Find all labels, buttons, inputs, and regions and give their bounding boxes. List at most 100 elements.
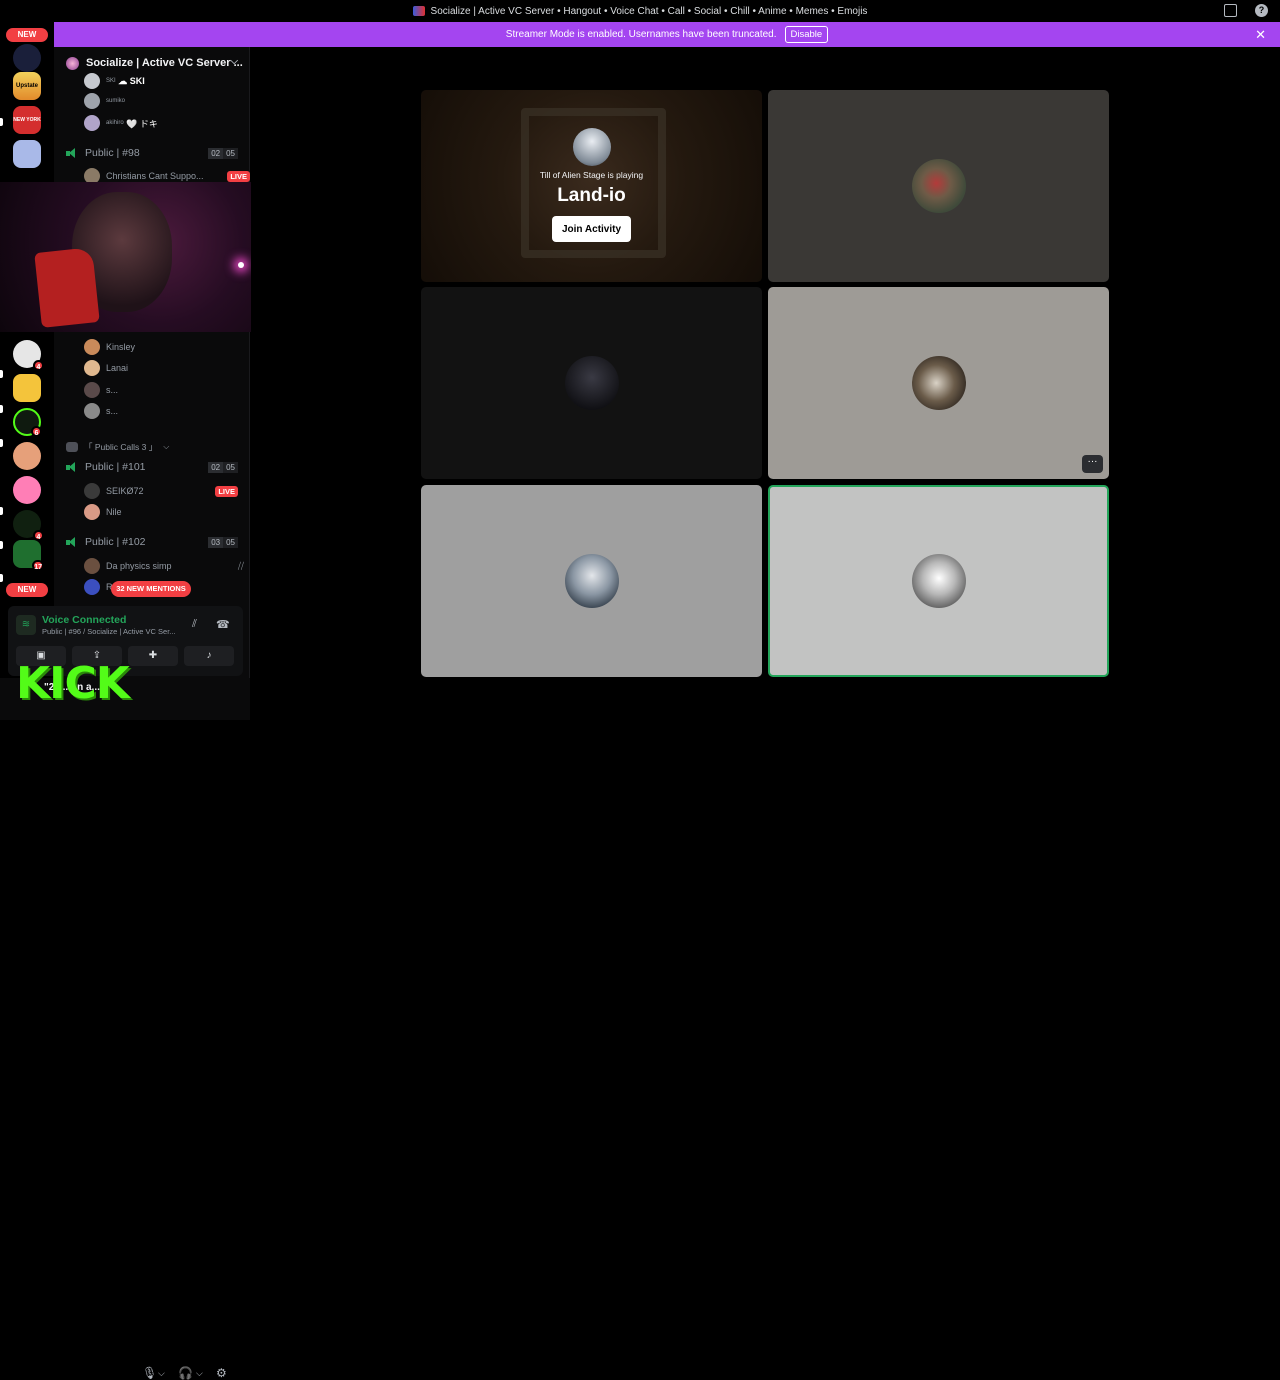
voice-channel-98[interactable]: Public | #98 02 05	[66, 144, 238, 162]
voice-member[interactable]: Nile	[84, 503, 122, 521]
avatar	[84, 339, 100, 355]
avatar	[84, 382, 100, 398]
speaker-icon	[66, 461, 78, 473]
avatar	[84, 73, 100, 89]
inbox-icon[interactable]	[1224, 4, 1237, 17]
activities-button[interactable]: ✚	[128, 646, 178, 666]
avatar	[84, 483, 100, 499]
new-mentions-pill[interactable]: 32 NEW MENTIONS	[111, 581, 191, 597]
avatar	[84, 558, 100, 574]
voice-connected-subtitle[interactable]: Public | #96 / Socialize | Active VC Ser…	[42, 627, 176, 636]
avatar	[84, 93, 100, 109]
new-unreads-pill-top[interactable]: NEW	[6, 28, 48, 42]
participant-tile-speaking[interactable]	[768, 485, 1109, 677]
voice-member[interactable]: Da physics simp ⧸⧸	[84, 557, 244, 575]
mention-badge: 17	[32, 560, 44, 571]
speaker-icon	[66, 147, 78, 159]
voice-member[interactable]: Kinsley	[84, 338, 135, 356]
server-icon[interactable]	[13, 44, 41, 72]
mention-badge: 6	[31, 426, 42, 437]
live-badge: LIVE	[227, 170, 250, 182]
server-name: Socialize | Active VC Server ...	[86, 57, 243, 69]
participant-tile[interactable]: ···	[768, 287, 1109, 479]
more-options-button[interactable]: ···	[1082, 455, 1103, 473]
unread-pill	[0, 439, 3, 447]
unread-pill	[0, 118, 3, 126]
voice-member[interactable]: R	[84, 578, 113, 596]
webcam-light	[238, 262, 244, 268]
voice-member[interactable]: Lanai	[84, 359, 128, 377]
disconnect-icon[interactable]: ☎	[216, 618, 230, 631]
server-avatar-icon	[66, 56, 79, 70]
server-upstate[interactable]: Upstate	[13, 72, 41, 100]
participant-avatar	[565, 356, 619, 410]
voice-member[interactable]: s... ■	[84, 381, 264, 399]
participant-avatar	[912, 554, 966, 608]
server-icon[interactable]	[13, 374, 41, 402]
server-icon[interactable]	[13, 476, 41, 504]
join-activity-button[interactable]: Join Activity	[552, 216, 631, 242]
voice-member[interactable]: sumiko	[84, 92, 125, 110]
server-flag-icon	[412, 6, 425, 16]
chevron-down-icon: ⌵	[230, 56, 238, 67]
webcam-overlay	[0, 182, 267, 332]
category-public-calls-3[interactable]: 「 Public Calls 3 」 ⌵	[66, 441, 169, 453]
chevron-down-icon[interactable]: ⌵	[158, 1368, 165, 1379]
new-unreads-pill-bottom[interactable]: NEW	[6, 583, 48, 597]
avatar	[84, 115, 100, 131]
close-banner-icon[interactable]: ✕	[1255, 27, 1266, 43]
activity-tile[interactable]: Till of Alien Stage is playing Land-io J…	[421, 90, 762, 282]
participant-avatar	[912, 159, 966, 213]
avatar	[84, 403, 100, 419]
voice-member[interactable]: SEIKØ72 LIVE	[84, 482, 238, 500]
participant-tile[interactable]	[421, 287, 762, 479]
voice-channel-101[interactable]: Public | #101 02 05	[66, 458, 238, 476]
voice-connected-title[interactable]: Voice Connected	[42, 614, 126, 626]
chevron-down-icon: ⌵	[163, 442, 170, 451]
avatar	[84, 504, 100, 520]
signal-icon: ≋	[16, 615, 36, 635]
server-icon[interactable]: 4	[13, 340, 44, 371]
server-icon[interactable]	[13, 442, 41, 470]
server-new-york[interactable]: NEW YORK	[13, 106, 41, 134]
kick-logo-overlay: KICK	[16, 658, 130, 709]
disable-streamer-mode-button[interactable]: Disable	[784, 26, 829, 43]
speaker-icon	[66, 536, 78, 548]
settings-gear-icon[interactable]: ⚙	[216, 1366, 227, 1380]
voice-member[interactable]: SKI ☁ SKI	[84, 72, 145, 90]
live-badge: LIVE	[215, 485, 238, 497]
activity-status: Till of Alien Stage is playing	[539, 170, 644, 180]
user-count: 03 05	[208, 536, 238, 548]
unread-pill	[0, 541, 3, 549]
server-icon[interactable]: 17	[13, 540, 44, 571]
activity-name: Land-io	[557, 185, 626, 206]
voice-stage: Till of Alien Stage is playing Land-io J…	[251, 47, 1280, 720]
server-icon[interactable]: 4	[13, 510, 44, 541]
category-icon	[66, 442, 78, 452]
help-icon[interactable]: ?	[1255, 4, 1268, 17]
user-count: 02 05	[208, 147, 238, 159]
muted-icon: ⧸⧸	[237, 560, 244, 571]
voice-member[interactable]: s...	[84, 402, 118, 420]
unread-pill	[0, 507, 3, 515]
mic-icon[interactable]: 🎙	[142, 1366, 157, 1380]
avatar	[84, 579, 100, 595]
unread-pill	[0, 405, 3, 413]
chevron-down-icon[interactable]: ⌵	[196, 1368, 203, 1379]
participant-tile[interactable]	[421, 485, 762, 677]
server-icon[interactable]	[13, 140, 41, 168]
voice-channel-102[interactable]: Public | #102 03 05	[66, 533, 238, 551]
activity-host-avatar	[573, 128, 611, 166]
participant-avatar	[912, 356, 966, 410]
window-title: Socialize | Active VC Server • Hangout •…	[430, 5, 868, 17]
voice-member[interactable]: akihiro 🤍 ドキ	[84, 114, 158, 132]
mention-badge: 4	[33, 360, 44, 371]
noise-suppression-icon[interactable]: ⫽	[192, 618, 197, 631]
headphones-icon[interactable]: 🎧	[178, 1366, 193, 1380]
unread-pill	[0, 574, 3, 582]
streamer-mode-banner: Streamer Mode is enabled. Usernames have…	[54, 22, 1280, 47]
soundboard-button[interactable]: ♪	[184, 646, 234, 666]
webcam-red-object	[34, 247, 100, 328]
server-icon[interactable]: 6	[13, 408, 42, 437]
participant-tile[interactable]	[768, 90, 1109, 282]
